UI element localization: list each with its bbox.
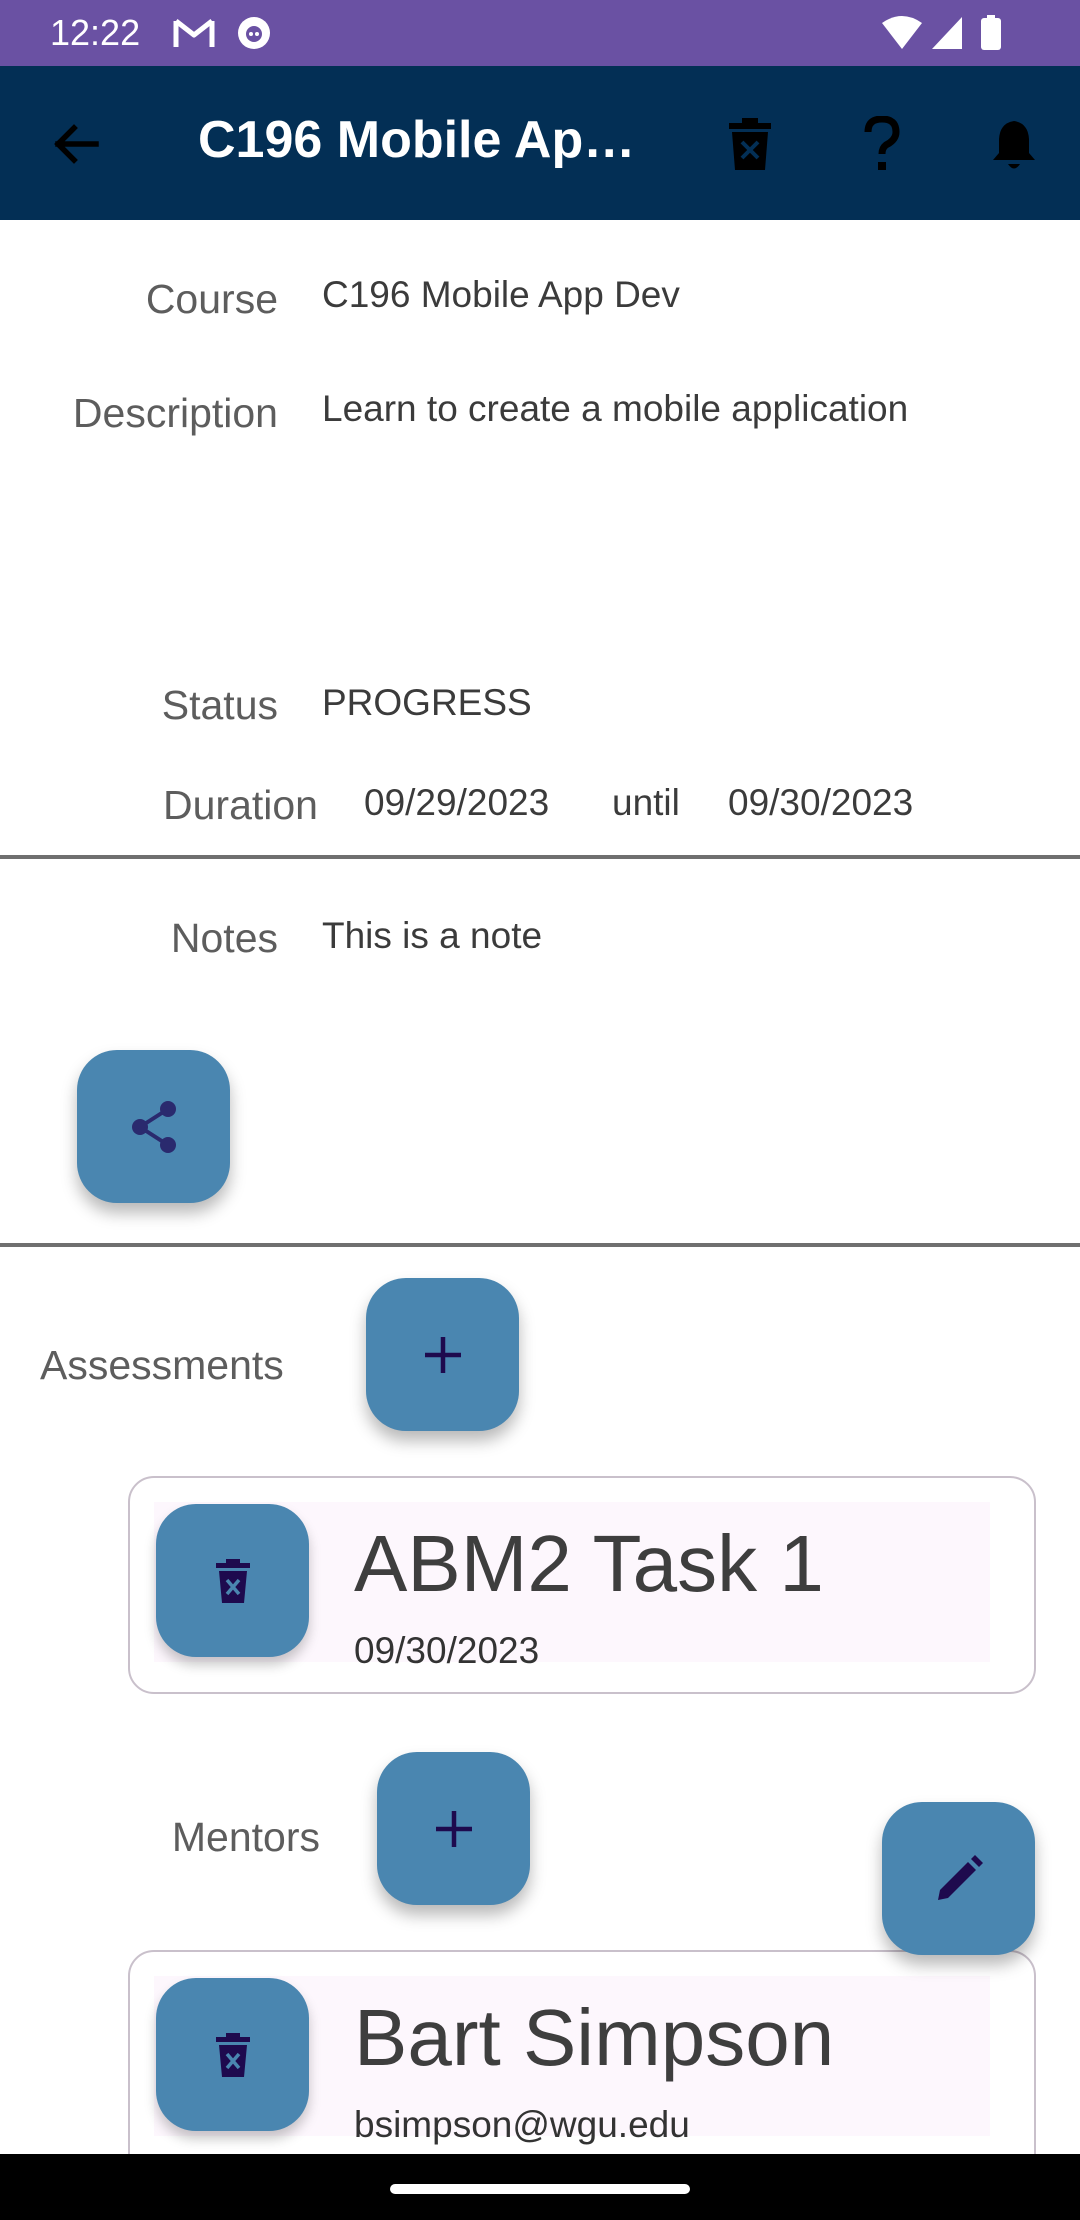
bell-icon	[993, 121, 1035, 169]
mentor-card[interactable]: Bart Simpson bsimpson@wgu.edu	[128, 1950, 1036, 2184]
notify-button[interactable]	[976, 106, 1052, 182]
trash-icon	[215, 1558, 250, 1603]
wifi-icon	[880, 15, 924, 56]
status-bar: 12:22	[0, 0, 1080, 66]
notes-label: Notes	[170, 915, 278, 961]
back-button[interactable]	[38, 106, 114, 182]
help-button[interactable]	[844, 106, 920, 182]
assessments-label: Assessments	[40, 1342, 284, 1388]
question-icon	[864, 116, 900, 170]
notes-value[interactable]: This is a note	[322, 915, 542, 957]
plus-icon	[424, 1336, 461, 1373]
end-date[interactable]: 09/30/2023	[728, 782, 913, 824]
start-date[interactable]: 09/29/2023	[364, 782, 549, 824]
status-time: 12:22	[50, 12, 141, 53]
battery-icon	[980, 15, 1002, 56]
duration-label: Duration	[163, 782, 318, 828]
add-mentor-button[interactable]	[377, 1752, 530, 1905]
until-text: until	[612, 782, 680, 823]
divider-1	[0, 855, 1080, 859]
delete-assessment-button[interactable]	[156, 1504, 309, 1657]
assessment-date: 09/30/2023	[354, 1630, 540, 1671]
course-value[interactable]: C196 Mobile App Dev	[322, 274, 680, 316]
share-icon	[131, 1100, 176, 1153]
assessment-title: ABM2 Task 1	[354, 1519, 824, 1608]
system-nav-bar	[0, 2154, 1080, 2220]
divider-2	[0, 1243, 1080, 1247]
course-label: Course	[145, 276, 278, 322]
page-title: C196 Mobile App Dev	[198, 111, 648, 169]
arrow-left-icon	[54, 124, 99, 164]
description-label: Description	[72, 390, 278, 436]
mentors-label: Mentors	[171, 1814, 320, 1860]
home-gesture-handle[interactable]	[390, 2184, 690, 2194]
mentor-name: Bart Simpson	[354, 1993, 835, 2082]
status-value[interactable]: PROGRESS	[322, 682, 532, 724]
status-label: Status	[161, 682, 278, 728]
add-assessment-button[interactable]	[366, 1278, 519, 1431]
gmail-icon	[172, 15, 216, 56]
plus-icon	[435, 1810, 472, 1847]
delete-mentor-button[interactable]	[156, 1978, 309, 2131]
trash-icon	[215, 2032, 250, 2077]
trash-icon	[729, 118, 771, 170]
description-value[interactable]: Learn to create a mobile application	[322, 388, 908, 430]
edit-button[interactable]	[882, 1802, 1035, 1955]
mentor-email: bsimpson@wgu.edu	[354, 2104, 690, 2145]
app-bar: C196 Mobile App Dev	[0, 66, 1080, 220]
github-icon	[236, 15, 272, 56]
signal-icon	[930, 15, 964, 56]
pencil-icon	[937, 1854, 983, 1900]
assessment-card[interactable]: ABM2 Task 1 09/30/2023	[128, 1476, 1036, 1694]
delete-course-button[interactable]	[712, 106, 788, 182]
share-button[interactable]	[77, 1050, 230, 1203]
